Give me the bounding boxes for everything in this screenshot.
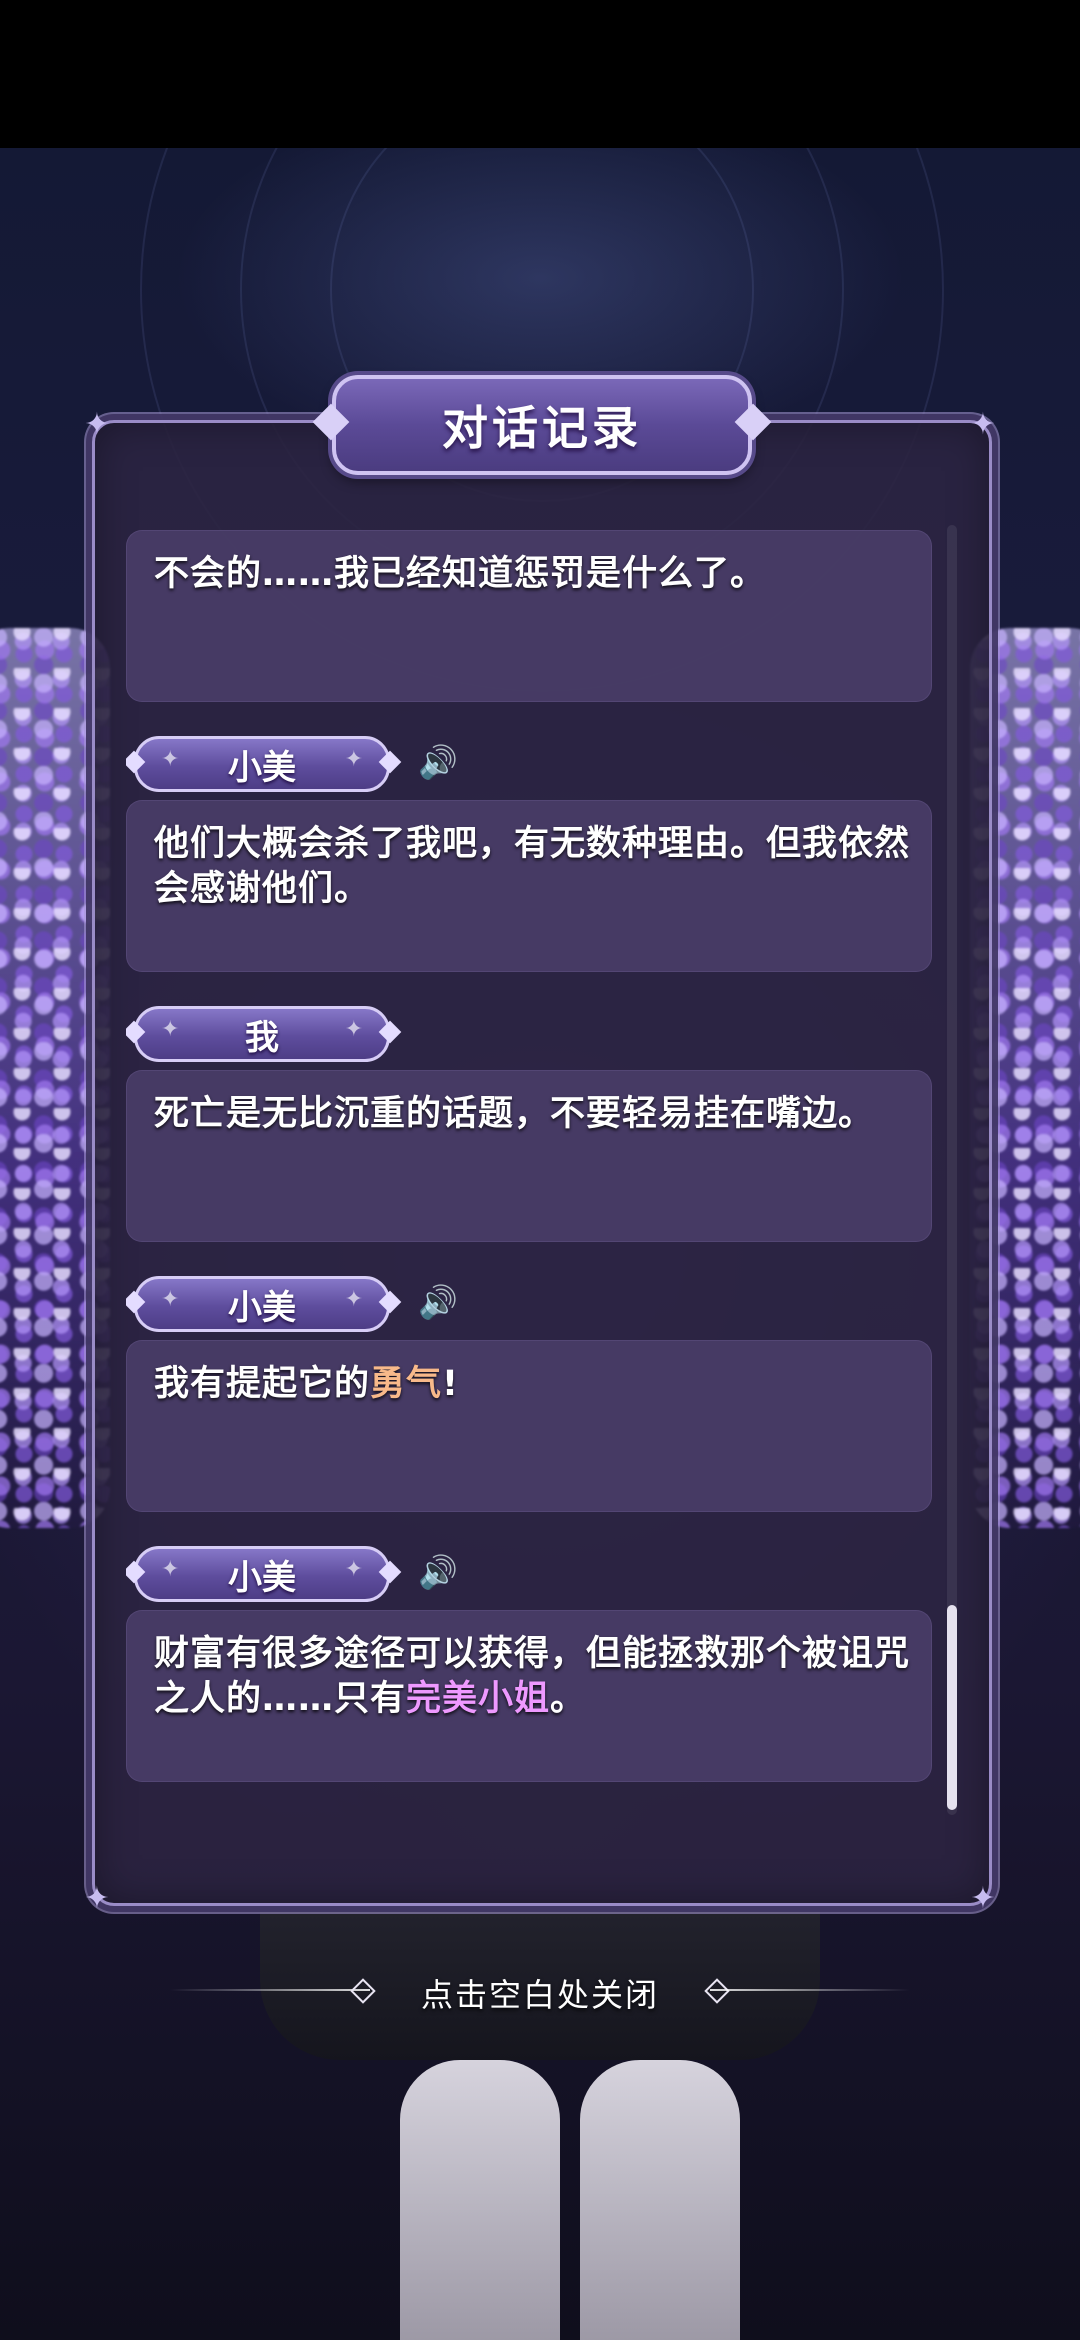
character-leg-right [580, 2060, 740, 2340]
dialogue-text-segment: 我有提起它的 [154, 1364, 371, 1404]
speaker-name-tag: ✦ 我 ✦ [134, 1006, 390, 1062]
speaker-icon[interactable]: 🔊 [416, 1280, 460, 1324]
scrollbar-thumb[interactable] [947, 1605, 957, 1810]
dialogue-text: 不会的……我已经知道惩罚是什么了。 [154, 552, 914, 597]
dialogue-entry: 我有提起它的勇气! [126, 1340, 932, 1512]
speaker-name: 小美 [228, 747, 296, 788]
dialogue-entry: 死亡是无比沉重的话题，不要轻易挂在嘴边。 [126, 1070, 932, 1242]
speaker-name-tag: ✦ 小美 ✦ [134, 1276, 390, 1332]
ornament-icon: ✦ [970, 407, 996, 442]
dialogue-entry: 他们大概会杀了我吧，有无数种理由。但我依然会感谢他们。 [126, 800, 932, 972]
scrollbar[interactable] [947, 525, 957, 1815]
sparkle-icon: ✦ [161, 747, 180, 772]
title-plate: 对话记录 [332, 375, 752, 475]
highlighted-text: 完美小姐 [406, 1679, 551, 1719]
status-bar-area [0, 0, 1080, 148]
character-leg-left [400, 2060, 560, 2340]
dialogue-text: 他们大概会杀了我吧，有无数种理由。但我依然会感谢他们。 [154, 822, 914, 912]
speaker-icon[interactable]: 🔊 [416, 1550, 460, 1594]
speaker-name-tag: ✦ 小美 ✦ [134, 736, 390, 792]
dialogue-text: 财富有很多途径可以获得，但能拯救那个被诅咒之人的……只有完美小姐。 [154, 1632, 914, 1722]
dialogue-text-segment: 不会的……我已经知道惩罚是什么了。 [154, 554, 767, 594]
ornament-icon: ✦ [84, 407, 110, 442]
dialogue-entry: 不会的……我已经知道惩罚是什么了。 [126, 530, 932, 702]
close-hint-text: 点击空白处关闭 [420, 1976, 659, 2014]
dialogue-text: 死亡是无比沉重的话题，不要轻易挂在嘴边。 [154, 1092, 914, 1137]
highlighted-text: 勇气 [370, 1364, 443, 1404]
sparkle-icon: ✦ [344, 747, 363, 772]
close-hint[interactable]: 点击空白处关闭 [0, 1962, 1080, 2018]
sparkle-icon: ✦ [161, 1017, 180, 1042]
sparkle-icon: ✦ [344, 1017, 363, 1042]
speaker-name-tag: ✦ 小美 ✦ [134, 1546, 390, 1602]
dialogue-text-segment: 。 [550, 1679, 587, 1719]
sparkle-icon: ✦ [344, 1287, 363, 1312]
speaker-icon[interactable]: 🔊 [416, 740, 460, 784]
sparkle-icon: ✦ [161, 1557, 180, 1582]
dialogue-text-segment: ! [442, 1364, 459, 1404]
speaker-name: 我 [245, 1017, 279, 1058]
dialogue-log-list[interactable]: 不会的……我已经知道惩罚是什么了。 ✦ 小美 ✦ 🔊 他们大概会杀了我吧，有无数种理由。但… [126, 510, 942, 1820]
speaker-name: 小美 [228, 1287, 296, 1328]
ornament-icon: ✦ [84, 1881, 110, 1916]
sparkle-icon: ✦ [344, 1557, 363, 1582]
ornament-icon: ✦ [970, 1881, 996, 1916]
speaker-name: 小美 [228, 1557, 296, 1598]
sparkle-icon: ✦ [161, 1287, 180, 1312]
dialogue-text-segment: 死亡是无比沉重的话题，不要轻易挂在嘴边。 [154, 1094, 875, 1134]
dialogue-text: 我有提起它的勇气! [154, 1362, 914, 1407]
page-title: 对话记录 [442, 401, 642, 455]
dialogue-entry: 财富有很多途径可以获得，但能拯救那个被诅咒之人的……只有完美小姐。 [126, 1610, 932, 1782]
game-screen[interactable]: ✦ ✦ ✦ ✦ 对话记录 不会的……我已经知道惩罚是什么了。 ✦ 小美 ✦ 🔊 他们大概会… [0, 0, 1080, 2340]
dialogue-text-segment: 他们大概会杀了我吧，有无数种理由。但我依然会感谢他们。 [154, 824, 911, 909]
